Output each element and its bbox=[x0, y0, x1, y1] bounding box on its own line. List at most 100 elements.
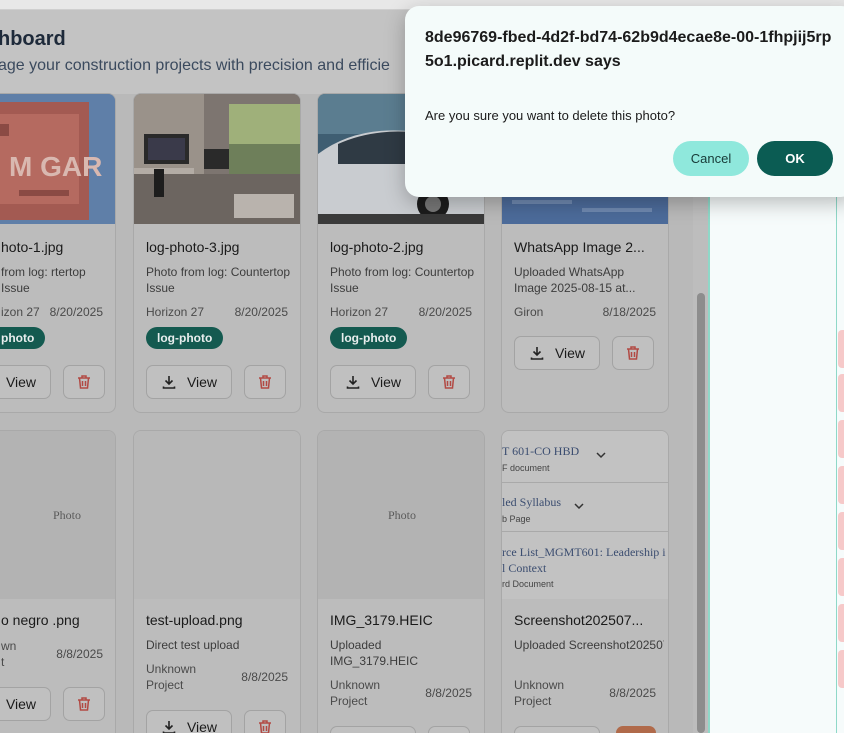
photo-project-line: Unknown bbox=[514, 678, 565, 692]
trash-icon bbox=[627, 346, 639, 360]
trash-icon bbox=[78, 697, 90, 711]
photo-date: 8/8/2025 bbox=[609, 686, 656, 700]
photo-card[interactable]: Photo o negro .png wn t 8/8/2025 View bbox=[0, 430, 116, 733]
view-button[interactable]: View bbox=[146, 710, 232, 733]
side-marker bbox=[838, 420, 844, 458]
photo-description: Photo from log: Countertop Issue bbox=[146, 265, 291, 295]
photo-filename: hoto-1.jpg bbox=[1, 239, 64, 255]
photo-filename: o negro .png bbox=[1, 612, 80, 628]
page-title: hboard bbox=[0, 28, 66, 50]
doc-item-sub: b Page bbox=[502, 514, 531, 524]
photo-placeholder: Photo bbox=[318, 431, 484, 599]
photo-description: Photo from log: Countertop Issue bbox=[330, 265, 475, 295]
photo-date: 8/8/2025 bbox=[56, 647, 103, 661]
side-marker bbox=[838, 330, 844, 368]
photo-project-line: t bbox=[1, 655, 5, 669]
delete-button[interactable] bbox=[612, 336, 654, 370]
delete-button[interactable] bbox=[428, 726, 470, 733]
photo-project: wn t bbox=[1, 638, 16, 670]
chevron-down-icon[interactable] bbox=[574, 502, 584, 510]
photo-placeholder: Photo bbox=[0, 431, 115, 599]
dialog-host: 8de96769-fbed-4d2f-bd74-62b9d4ecae8e-00-… bbox=[425, 29, 832, 70]
scrollbar-thumb[interactable] bbox=[697, 293, 705, 733]
photo-project-line: Unknown bbox=[146, 662, 197, 676]
photo-date: 8/8/2025 bbox=[425, 686, 472, 700]
photo-description: from log: rtertop Issue bbox=[1, 265, 86, 295]
photo-card[interactable]: M GAR hoto-1.jpg from log: rtertop Issue… bbox=[0, 93, 116, 413]
chevron-down-icon[interactable] bbox=[596, 451, 606, 459]
photo-project: Unknown Project bbox=[146, 661, 196, 693]
photo-thumbnail[interactable]: M GAR bbox=[0, 94, 115, 224]
download-icon bbox=[162, 721, 176, 733]
view-button-label: View bbox=[186, 719, 218, 733]
ok-button[interactable]: OK bbox=[757, 141, 833, 176]
photo-card[interactable]: T 601-CO HBD F document led Syllabus b P… bbox=[501, 430, 669, 733]
dialog-message: Are you sure you want to delete this pho… bbox=[425, 108, 676, 123]
doc-item-sub: F document bbox=[502, 463, 550, 473]
download-icon bbox=[530, 347, 544, 360]
side-marker bbox=[838, 512, 844, 550]
view-button-label: View bbox=[186, 374, 218, 390]
cancel-button[interactable]: Cancel bbox=[673, 141, 749, 176]
view-button[interactable]: View bbox=[0, 687, 51, 721]
view-button[interactable]: View bbox=[0, 365, 51, 399]
delete-button[interactable] bbox=[428, 365, 470, 399]
doc-item-title: T 601-CO HBD bbox=[502, 444, 580, 458]
doc-item-title: led Syllabus bbox=[502, 495, 561, 509]
photo-project-line: wn bbox=[1, 639, 17, 653]
photo-project-line: Project bbox=[146, 678, 184, 692]
photo-filename: WhatsApp Image 2... bbox=[514, 239, 645, 255]
side-marker bbox=[838, 466, 844, 504]
download-icon bbox=[162, 376, 176, 389]
photo-date: 8/20/2025 bbox=[234, 305, 288, 319]
photo-placeholder bbox=[134, 431, 300, 599]
document-preview: T 601-CO HBD F document led Syllabus b P… bbox=[502, 431, 668, 599]
photo-placeholder-label: Photo bbox=[52, 507, 81, 522]
photo-description: Direct test upload bbox=[146, 638, 240, 652]
side-marker bbox=[838, 374, 844, 412]
photo-thumbnail[interactable] bbox=[134, 94, 300, 224]
photo-description: Uploaded WhatsApp Image 2025-08-15 at... bbox=[514, 265, 636, 295]
delete-button[interactable] bbox=[244, 365, 286, 399]
photo-card[interactable]: Photo IMG_3179.HEIC Uploaded IMG_3179.HE… bbox=[317, 430, 485, 733]
photo-date: 8/8/2025 bbox=[241, 670, 288, 684]
download-icon bbox=[346, 376, 360, 389]
view-button-label: View bbox=[370, 374, 402, 390]
photo-filename: log-photo-2.jpg bbox=[330, 239, 424, 255]
photo-filename: test-upload.png bbox=[146, 612, 243, 628]
delete-button[interactable] bbox=[244, 710, 286, 733]
photo-tag: log-photo bbox=[146, 327, 224, 349]
delete-button[interactable] bbox=[63, 687, 105, 721]
photo-project-line: Unknown bbox=[330, 678, 381, 692]
view-button[interactable]: View bbox=[146, 365, 232, 399]
photo-filename: Screenshot202507... bbox=[514, 612, 644, 628]
photo-tag: photo bbox=[0, 327, 46, 349]
trash-icon bbox=[78, 375, 90, 389]
side-marker bbox=[838, 558, 844, 596]
side-marker bbox=[838, 650, 844, 688]
view-button[interactable]: View bbox=[330, 365, 416, 399]
svg-text:M GAR: M GAR bbox=[9, 151, 102, 182]
photo-project: Horizon 27 bbox=[330, 305, 389, 319]
view-button-label: View bbox=[554, 345, 586, 361]
side-marker bbox=[838, 604, 844, 642]
photo-placeholder-label: Photo bbox=[387, 507, 416, 522]
photo-card[interactable]: test-upload.png Direct test upload Unkno… bbox=[133, 430, 301, 733]
photo-project: Giron bbox=[514, 305, 544, 319]
photo-project: Unknown Project bbox=[330, 677, 380, 709]
photo-card[interactable]: log-photo-3.jpg Photo from log: Countert… bbox=[133, 93, 301, 413]
trash-icon bbox=[259, 720, 271, 733]
delete-button[interactable] bbox=[616, 726, 656, 733]
photo-project-line: Project bbox=[514, 694, 552, 708]
delete-button[interactable] bbox=[63, 365, 105, 399]
photo-project: izon 27 bbox=[1, 305, 40, 319]
doc-item-title-line2: l Context bbox=[502, 561, 547, 575]
photo-description: Uploaded Screenshot20250707at11 bbox=[514, 638, 664, 652]
view-button[interactable] bbox=[330, 726, 416, 733]
page-subtitle: age your construction projects with prec… bbox=[0, 57, 390, 74]
view-button[interactable]: View bbox=[514, 336, 600, 370]
view-button[interactable] bbox=[514, 726, 600, 733]
photo-filename: IMG_3179.HEIC bbox=[330, 612, 433, 628]
photo-project: Horizon 27 bbox=[146, 305, 205, 319]
view-button-label: View bbox=[5, 696, 37, 712]
